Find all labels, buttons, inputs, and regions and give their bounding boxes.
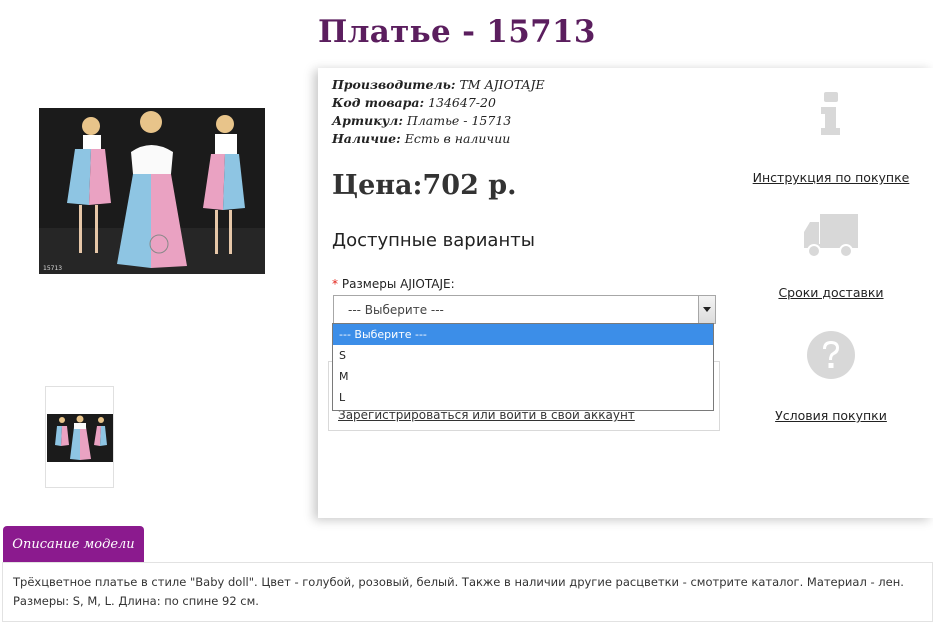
product-panel: Производитель: ТМ AJIOTAJE Код товара: 1…: [318, 68, 933, 518]
availability-row: Наличие: Есть в наличии: [332, 130, 545, 148]
size-select-value: --- Выберите ---: [348, 303, 444, 317]
size-option[interactable]: L: [333, 387, 713, 408]
page-title: Платье - 15713: [318, 14, 596, 50]
size-select[interactable]: --- Выберите ---: [333, 295, 716, 324]
tab-description[interactable]: Описание модели: [3, 526, 144, 562]
manufacturer-value: ТМ AJIOTAJE: [459, 77, 545, 92]
code-row: Код товара: 134647-20: [332, 94, 545, 112]
chevron-down-icon[interactable]: [698, 296, 715, 323]
article-value: Платье - 15713: [406, 113, 512, 128]
product-thumbnail[interactable]: [45, 386, 114, 488]
photo-code: 15713: [43, 265, 63, 272]
question-icon: [807, 331, 855, 379]
article-label: Артикул:: [332, 113, 403, 128]
size-label-text: Размеры AJIOTAJE:: [341, 277, 455, 291]
conditions-link[interactable]: Условия покупки: [775, 408, 887, 423]
delivery-link[interactable]: Сроки доставки: [778, 285, 883, 300]
delivery-block: Сроки доставки: [741, 214, 921, 301]
availability-value: Есть в наличии: [404, 131, 511, 146]
code-label: Код товара:: [332, 95, 425, 110]
manufacturer-label: Производитель:: [332, 77, 456, 92]
required-mark: *: [332, 277, 338, 291]
product-photo-image: [39, 108, 265, 274]
price: Цена:702 р.: [332, 170, 517, 201]
description-text: Трёхцветное платье в стиле "Baby doll". …: [13, 575, 904, 608]
article-row: Артикул: Платье - 15713: [332, 112, 545, 130]
truck-icon: [804, 214, 858, 258]
product-photo[interactable]: 15713: [39, 108, 265, 274]
variants-title: Доступные варианты: [332, 230, 535, 251]
conditions-block: Условия покупки: [741, 330, 921, 424]
size-dropdown-list: --- Выберите --- S M L: [332, 323, 714, 411]
instruction-block: Инструкция по покупке: [741, 90, 921, 186]
availability-label: Наличие:: [332, 131, 401, 146]
size-option[interactable]: --- Выберите ---: [333, 324, 713, 345]
size-option[interactable]: S: [333, 345, 713, 366]
thumbnail-image: [47, 414, 113, 462]
instruction-link[interactable]: Инструкция по покупке: [753, 170, 910, 185]
description-box: Трёхцветное платье в стиле "Baby doll". …: [2, 562, 933, 622]
size-option[interactable]: M: [333, 366, 713, 387]
product-info: Производитель: ТМ AJIOTAJE Код товара: 1…: [332, 76, 545, 148]
size-label: * Размеры AJIOTAJE:: [332, 277, 455, 291]
manufacturer-row: Производитель: ТМ AJIOTAJE: [332, 76, 545, 94]
info-icon: [821, 92, 840, 135]
code-value: 134647-20: [428, 95, 496, 110]
